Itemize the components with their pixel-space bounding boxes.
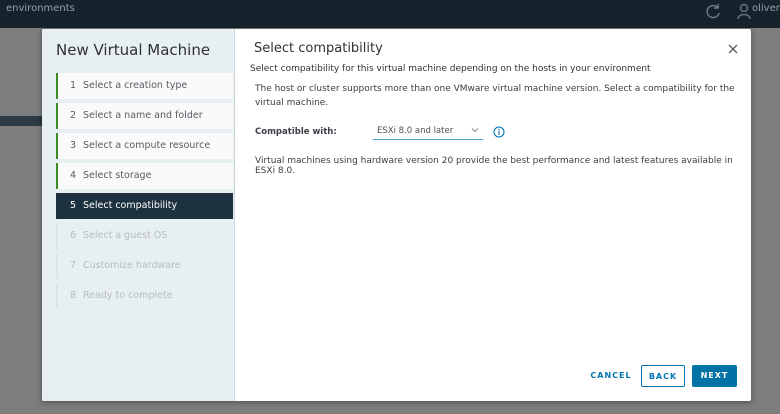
step-select-compatibility[interactable]: 5 Select compatibility bbox=[56, 193, 233, 219]
top-bar: environments oliver bbox=[0, 0, 780, 28]
page-subtitle: Select compatibility for this virtual ma… bbox=[250, 64, 651, 74]
step-label: Customize hardware bbox=[83, 260, 181, 271]
wizard-title: New Virtual Machine bbox=[56, 41, 211, 59]
compatible-with-label: Compatible with: bbox=[255, 127, 337, 137]
info-icon[interactable] bbox=[493, 126, 505, 138]
breadcrumb[interactable]: environments bbox=[6, 3, 75, 14]
step-select-creation-type[interactable]: 1 Select a creation type bbox=[56, 73, 233, 99]
chevron-down-icon bbox=[471, 128, 479, 133]
background-selected-row bbox=[0, 116, 42, 126]
user-icon[interactable] bbox=[736, 2, 752, 20]
refresh-icon[interactable] bbox=[704, 2, 722, 20]
next-button[interactable]: NEXT bbox=[692, 365, 737, 387]
compatibility-select[interactable]: ESXi 8.0 and later bbox=[373, 124, 483, 140]
step-select-compute-resource[interactable]: 3 Select a compute resource bbox=[56, 133, 233, 159]
step-select-guest-os: 6 Select a guest OS bbox=[56, 223, 233, 249]
step-label: Select compatibility bbox=[83, 200, 178, 211]
step-label: Select a creation type bbox=[83, 80, 188, 91]
wizard-sidebar: New Virtual Machine 1 Select a creation t… bbox=[42, 29, 235, 401]
step-label: Ready to complete bbox=[83, 290, 173, 301]
step-select-storage[interactable]: 4 Select storage bbox=[56, 163, 233, 189]
cancel-button[interactable]: CANCEL bbox=[585, 365, 637, 387]
page-description: The host or cluster supports more than o… bbox=[255, 84, 735, 108]
username[interactable]: oliver bbox=[752, 3, 780, 14]
wizard-content: Select compatibility Select compatibilit… bbox=[235, 29, 751, 401]
back-button[interactable]: BACK bbox=[641, 365, 685, 387]
wizard-steps: 1 Select a creation type 2 Select a name a… bbox=[56, 73, 233, 313]
hardware-version-note: Virtual machines using hardware version … bbox=[255, 156, 733, 176]
step-ready-to-complete: 8 Ready to complete bbox=[56, 283, 233, 309]
close-icon[interactable] bbox=[727, 43, 739, 55]
step-label: Select a compute resource bbox=[83, 140, 211, 151]
step-label: Select a guest OS bbox=[83, 230, 168, 241]
step-label: Select a name and folder bbox=[83, 110, 203, 121]
page-title: Select compatibility bbox=[254, 41, 383, 56]
step-select-name-folder[interactable]: 2 Select a name and folder bbox=[56, 103, 233, 129]
step-customize-hardware: 7 Customize hardware bbox=[56, 253, 233, 279]
step-label: Select storage bbox=[83, 170, 152, 181]
compatibility-select-value: ESXi 8.0 and later bbox=[377, 126, 454, 136]
new-vm-wizard-dialog: New Virtual Machine 1 Select a creation t… bbox=[42, 29, 751, 401]
